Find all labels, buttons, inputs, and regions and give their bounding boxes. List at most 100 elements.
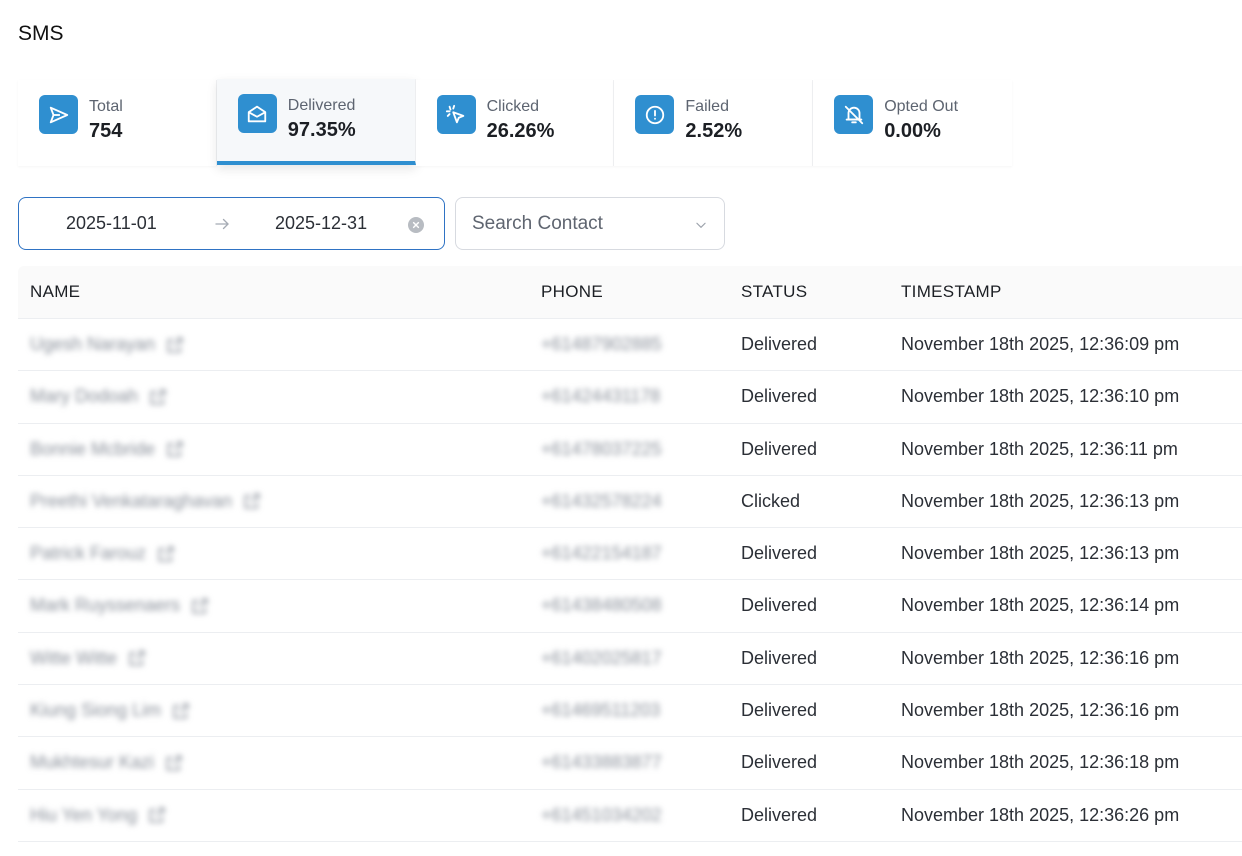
table-row: Mukhtesur Kazi +61433883877 Delivered No… (18, 737, 1242, 790)
cursor-click-icon (436, 95, 476, 134)
stat-value: 754 (89, 120, 123, 142)
table-row: Mark Ruyssenaers +61438480508 Delivered … (18, 580, 1242, 633)
mail-open-icon (237, 94, 277, 133)
search-contact-placeholder: Search Contact (472, 213, 603, 234)
arrow-right-icon (215, 218, 229, 230)
column-header-phone[interactable]: PHONE (541, 282, 603, 302)
contact-name-cell: Mary Dodoah (30, 386, 168, 407)
status-cell: Delivered (741, 334, 818, 354)
contact-name-link[interactable]: Bonnie Mcbride (30, 439, 155, 460)
contact-name-cell: Patrick Farouz (30, 543, 176, 564)
timestamp-cell: November 18th 2025, 12:36:26 pm (901, 804, 1180, 825)
column-header-timestamp[interactable]: TIMESTAMP (901, 282, 1002, 302)
search-contact-select[interactable]: Search Contact (455, 197, 725, 250)
contact-name-link[interactable]: Patrick Farouz (30, 543, 146, 564)
timestamp-cell: November 18th 2025, 12:36:11 pm (901, 438, 1178, 459)
phone-cell: +61402025817 (541, 647, 662, 668)
stat-label: Failed (685, 98, 729, 115)
contact-name-cell: Preethi Venkataraghavan (30, 491, 262, 512)
contact-name-link[interactable]: Mark Ruyssenaers (30, 595, 180, 616)
table-row: Witte Witte +61402025817 Delivered Novem… (18, 633, 1242, 686)
status-cell: Delivered (741, 386, 818, 407)
external-link-icon[interactable] (171, 701, 191, 721)
timestamp-cell: November 18th 2025, 12:36:14 pm (901, 595, 1180, 616)
external-link-icon[interactable] (165, 439, 185, 459)
timestamp-cell: November 18th 2025, 12:36:13 pm (901, 543, 1180, 564)
timestamp-cell: November 18th 2025, 12:36:18 pm (901, 752, 1180, 773)
timestamp-cell: November 18th 2025, 12:36:13 pm (901, 490, 1180, 511)
status-cell: Delivered (741, 647, 818, 668)
external-link-icon[interactable] (148, 387, 168, 407)
page-title: SMS (18, 22, 64, 45)
chevron-down-icon (696, 222, 706, 228)
external-link-icon[interactable] (127, 648, 147, 668)
external-link-icon[interactable] (165, 335, 185, 355)
external-link-icon[interactable] (147, 805, 167, 825)
phone-cell: +61438480508 (541, 595, 662, 616)
phone-cell: +61451034202 (541, 804, 662, 825)
contact-name-cell: Hiu Yen Yong (30, 805, 167, 826)
contact-name-link[interactable]: Mary Dodoah (30, 386, 138, 407)
contact-name-cell: Ugesh Narayan (30, 334, 185, 355)
stat-value: 2.52% (685, 120, 743, 142)
timestamp-cell: November 18th 2025, 12:36:16 pm (901, 647, 1180, 668)
column-header-status[interactable]: STATUS (741, 282, 807, 302)
table-header: NAME PHONE STATUS TIMESTAMP (18, 266, 1242, 319)
stats-bar: Total 754 Delivered 97.35% Clicked 26.26… (18, 79, 1012, 166)
alert-circle-icon (635, 95, 675, 134)
table-row: Kiung Siong Lim +61469511203 Delivered N… (18, 685, 1242, 738)
contact-name-cell: Kiung Siong Lim (30, 700, 191, 721)
external-link-icon[interactable] (190, 596, 210, 616)
phone-cell: +61478037225 (541, 438, 662, 459)
messages-table: NAME PHONE STATUS TIMESTAMP Ugesh Naraya… (18, 266, 1242, 842)
contact-name-cell: Witte Witte (30, 648, 147, 669)
contact-name-link[interactable]: Witte Witte (30, 648, 117, 669)
stat-card-delivered[interactable]: Delivered 97.35% (216, 79, 416, 165)
table-row: Mary Dodoah +61424431178 Delivered Novem… (18, 371, 1242, 424)
status-cell: Delivered (741, 595, 818, 616)
table-row: Ugesh Narayan +61487902885 Delivered Nov… (18, 319, 1242, 372)
contact-name-link[interactable]: Mukhtesur Kazi (30, 752, 154, 773)
external-link-icon[interactable] (242, 491, 262, 511)
external-link-icon[interactable] (156, 544, 176, 564)
phone-cell: +61469511203 (541, 700, 661, 721)
contact-name-cell: Mark Ruyssenaers (30, 595, 210, 616)
contact-name-link[interactable]: Kiung Siong Lim (30, 700, 161, 721)
send-icon (39, 95, 78, 134)
table-row: Bonnie Mcbride +61478037225 Delivered No… (18, 424, 1242, 476)
status-cell: Delivered (741, 752, 818, 773)
stat-card-clicked[interactable]: Clicked 26.26% (415, 80, 615, 166)
date-range-picker[interactable]: 2025-11-01 2025-12-31 (18, 197, 445, 250)
bell-off-icon (834, 95, 874, 134)
phone-cell: +61433883877 (541, 752, 662, 773)
stat-card-total[interactable]: Total 754 (18, 80, 217, 166)
stat-value: 26.26% (486, 120, 555, 142)
contact-name-link[interactable]: Hiu Yen Yong (30, 805, 137, 826)
stat-value: 0.00% (884, 120, 941, 142)
stat-card-opted-out[interactable]: Opted Out 0.00% (813, 80, 1012, 166)
clear-icon[interactable] (408, 217, 424, 233)
contact-name-link[interactable]: Ugesh Narayan (30, 334, 155, 355)
date-start-input[interactable]: 2025-11-01 (66, 213, 157, 234)
stat-label: Total (89, 98, 123, 115)
phone-cell: +61432578224 (541, 490, 662, 511)
contact-name-link[interactable]: Preethi Venkataraghavan (30, 491, 232, 512)
status-cell: Delivered (741, 700, 818, 721)
column-header-name[interactable]: NAME (30, 282, 80, 302)
status-cell: Delivered (741, 543, 818, 564)
stat-card-failed[interactable]: Failed 2.52% (614, 80, 814, 166)
timestamp-cell: November 18th 2025, 12:36:10 pm (901, 386, 1180, 407)
phone-cell: +61424431178 (541, 386, 661, 407)
timestamp-cell: November 18th 2025, 12:36:09 pm (901, 334, 1180, 354)
date-end-input[interactable]: 2025-12-31 (275, 213, 367, 234)
table-row: Hiu Yen Yong +61451034202 Delivered Nove… (18, 790, 1242, 842)
status-cell: Clicked (741, 490, 801, 511)
stat-label: Opted Out (884, 98, 959, 115)
status-cell: Delivered (741, 438, 818, 459)
external-link-icon[interactable] (164, 753, 184, 773)
contact-name-cell: Mukhtesur Kazi (30, 752, 184, 773)
timestamp-cell: November 18th 2025, 12:36:16 pm (901, 700, 1180, 721)
table-row: Patrick Farouz +61422154187 Delivered No… (18, 528, 1242, 581)
stat-label: Delivered (287, 97, 356, 114)
stat-value: 97.35% (287, 119, 356, 141)
